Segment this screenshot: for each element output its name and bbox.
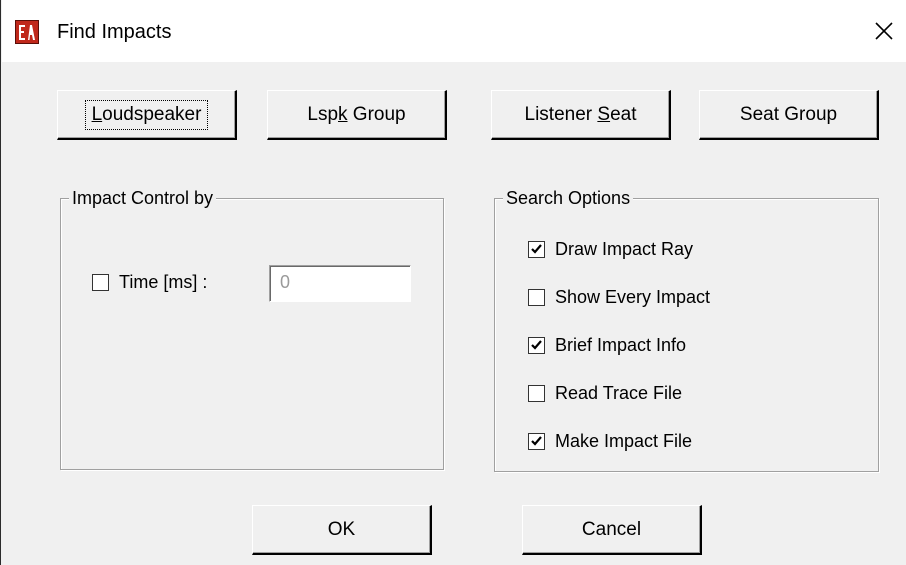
loudspeaker-button[interactable]: Loudspeaker [57,90,237,140]
make-impact-file-label: Make Impact File [555,431,693,451]
draw-impact-ray-label: Draw Impact Ray [555,239,694,259]
app-logo-icon [15,20,39,44]
cancel-button[interactable]: Cancel [522,505,702,555]
ok-button[interactable]: OK [252,505,432,555]
close-icon [875,22,893,40]
close-button[interactable] [861,8,906,54]
loudspeaker-button-label: Loudspeaker [84,99,209,130]
lspk-group-button[interactable]: Lspk Group [267,90,447,140]
window-title: Find Impacts [57,21,172,43]
read-trace-file-checkbox[interactable] [528,385,545,402]
impact-control-group: Impact Control by [60,186,444,470]
find-impacts-dialog: Find Impacts Loudspeaker Lspk Group List… [0,0,906,565]
search-options-group-label: Search Options [503,186,634,210]
cancel-button-label: Cancel [581,518,642,540]
read-trace-file-label: Read Trace File [555,383,683,403]
time-input[interactable]: 0 [269,265,411,302]
lspk-group-button-label: Lspk Group [307,103,406,125]
time-checkbox-row[interactable]: Time [ms] : [92,272,207,293]
listener-seat-button[interactable]: Listener Seat [491,90,671,140]
seat-group-button-label: Seat Group [739,103,838,125]
show-every-impact-checkbox[interactable] [528,289,545,306]
draw-impact-ray-checkbox[interactable] [528,241,545,258]
time-checkbox[interactable] [92,274,109,291]
time-label: Time [ms] : [119,272,208,292]
listener-seat-button-label: Listener Seat [524,103,637,125]
brief-impact-info-option[interactable]: Brief Impact Info [528,335,686,356]
ok-button-label: OK [327,518,356,540]
title-bar: Find Impacts [2,0,906,62]
make-impact-file-checkbox[interactable] [528,433,545,450]
brief-impact-info-label: Brief Impact Info [555,335,687,355]
impact-control-group-label: Impact Control by [69,186,217,210]
brief-impact-info-checkbox[interactable] [528,337,545,354]
read-trace-file-option[interactable]: Read Trace File [528,383,682,404]
show-every-impact-option[interactable]: Show Every Impact [528,287,710,308]
seat-group-button[interactable]: Seat Group [699,90,879,140]
show-every-impact-label: Show Every Impact [555,287,711,307]
draw-impact-ray-option[interactable]: Draw Impact Ray [528,239,693,260]
make-impact-file-option[interactable]: Make Impact File [528,431,692,452]
